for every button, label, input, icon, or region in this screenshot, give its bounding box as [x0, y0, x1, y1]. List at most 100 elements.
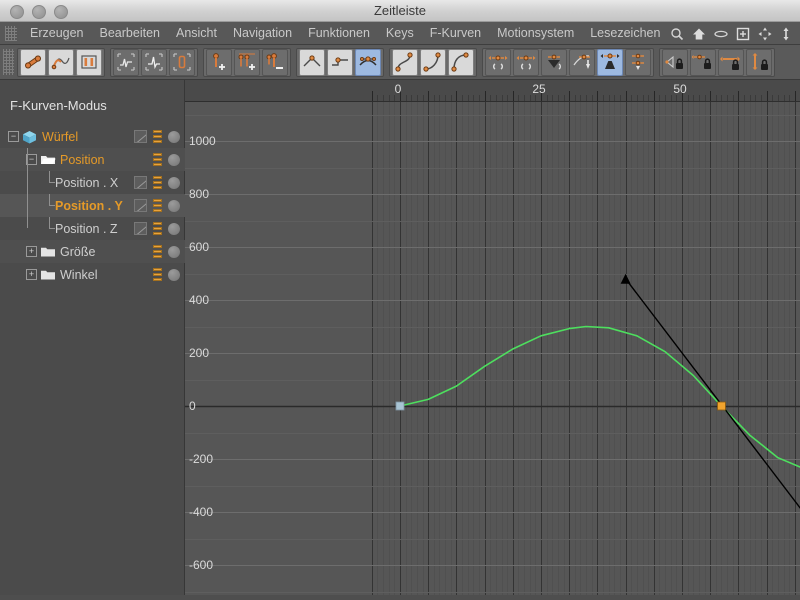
ruler-tick [636, 95, 638, 101]
tree-row-controls [134, 194, 180, 217]
keyframe-marker[interactable] [717, 401, 726, 411]
lock-keyframe-button[interactable] [662, 48, 688, 76]
layer-toggle-dot[interactable] [168, 245, 180, 258]
layer-toggle-dot[interactable] [168, 222, 180, 235]
move-icon[interactable] [758, 27, 772, 41]
tree-row-label: Würfel [42, 129, 79, 144]
layer-toggle-dot[interactable] [168, 199, 180, 212]
layer-toggle-dot[interactable] [168, 130, 180, 143]
ruler-tick [445, 95, 447, 101]
show-region-button[interactable] [169, 48, 195, 76]
layer-toggle-dot[interactable] [168, 176, 180, 189]
layer-toggle-dot[interactable] [168, 268, 180, 281]
add-keys-button[interactable] [234, 48, 260, 76]
cube-icon [22, 130, 39, 143]
keyframe-indicator-icon[interactable] [153, 222, 162, 235]
spline-interpolation-button[interactable] [355, 48, 381, 76]
expand-icon[interactable]: + [26, 246, 37, 257]
collapse-icon[interactable]: − [8, 131, 19, 142]
ruler-tick [715, 95, 717, 101]
ruler-tick [501, 95, 503, 101]
zero-length-button[interactable] [513, 48, 539, 76]
updown-icon[interactable] [780, 27, 794, 41]
tree-elbow-icon [44, 194, 55, 217]
menu-item-lesezeichen[interactable]: Lesezeichen [582, 22, 668, 45]
align-tangent-button[interactable] [625, 48, 651, 76]
menu-item-funktionen[interactable]: Funktionen [300, 22, 378, 45]
linear-interpolation-button[interactable] [299, 48, 325, 76]
time-ruler[interactable]: 025507510 [185, 80, 800, 102]
frame-icon[interactable] [736, 27, 750, 41]
ruler-tick [580, 95, 582, 101]
tree-row-label: Position . Y [55, 198, 123, 213]
lock-horizontal-button[interactable] [718, 48, 744, 76]
ruler-label: 25 [532, 82, 546, 96]
curve-svg [185, 102, 800, 600]
menubar-icons [670, 22, 794, 45]
keyframe-indicator-icon[interactable] [153, 199, 162, 212]
tree-row[interactable]: + Winkel [0, 263, 185, 286]
keyframe-indicator-icon[interactable] [153, 153, 162, 166]
motion-mode-button[interactable] [76, 48, 102, 76]
home-icon[interactable] [692, 27, 706, 41]
zero-angle-button[interactable] [485, 48, 511, 76]
keyframe-marker[interactable] [395, 401, 405, 411]
menu-item-f-kurven[interactable]: F-Kurven [422, 22, 489, 45]
ruler-tick [721, 95, 723, 101]
show-keys-button[interactable] [141, 48, 167, 76]
tree-row[interactable]: + Größe [0, 240, 185, 263]
add-key-button[interactable] [206, 48, 232, 76]
toolbar-grip-icon[interactable] [3, 49, 14, 75]
window-titlebar: Zeitleiste [0, 0, 800, 22]
soft-tangent-button[interactable] [392, 48, 418, 76]
remove-key-button[interactable] [262, 48, 288, 76]
curve-plot-area[interactable]: 1000 800 600 400 200 0 -200 -400 -600 [185, 102, 800, 600]
ruler-tick [383, 95, 385, 101]
fcurve-graph[interactable]: 025507510 10008006004002000-200-400-600 [185, 80, 800, 600]
fcurve-mode-button[interactable] [48, 48, 74, 76]
ruler-tick [467, 95, 469, 101]
ruler-label: 0 [394, 82, 402, 96]
tree-elbow-icon [44, 171, 55, 194]
menu-item-motionsystem[interactable]: Motionsystem [489, 22, 582, 45]
curve-visibility-swatch[interactable] [134, 130, 147, 143]
object-tree-panel: F-Kurven-Modus − Würfel − Position Position … [0, 80, 185, 600]
menu-item-keys[interactable]: Keys [378, 22, 422, 45]
curve-visibility-swatch[interactable] [134, 176, 147, 189]
layer-toggle-dot[interactable] [168, 153, 180, 166]
menu-item-bearbeiten[interactable]: Bearbeiten [92, 22, 168, 45]
search-icon[interactable] [670, 27, 684, 41]
ruler-tick [738, 91, 740, 101]
tree-row-label: Position . X [55, 175, 119, 190]
tree-row[interactable]: − Würfel [0, 125, 185, 148]
ellipse-icon[interactable] [714, 27, 728, 41]
curve-visibility-swatch[interactable] [134, 222, 147, 235]
keyframe-indicator-icon[interactable] [153, 130, 162, 143]
break-tangent-button[interactable] [569, 48, 595, 76]
key-mode-button[interactable] [20, 48, 46, 76]
ruler-tick [450, 95, 452, 101]
lock-tangent-button[interactable] [690, 48, 716, 76]
menu-item-erzeugen[interactable]: Erzeugen [22, 22, 92, 45]
curve-visibility-swatch[interactable] [134, 199, 147, 212]
show-curves-button[interactable] [113, 48, 139, 76]
lock-vertical-button[interactable] [746, 48, 772, 76]
ease-out-button[interactable] [448, 48, 474, 76]
ease-in-button[interactable] [420, 48, 446, 76]
tangent-handle-start[interactable] [620, 273, 631, 284]
clamp-tangent-button[interactable] [597, 48, 623, 76]
ruler-tick [405, 95, 407, 101]
expand-icon[interactable]: + [26, 269, 37, 280]
keyframe-indicator-icon[interactable] [153, 268, 162, 281]
mode-label: F-Kurven-Modus [10, 98, 107, 113]
tree-row-controls [134, 171, 180, 194]
menubar-grip-icon[interactable] [5, 26, 17, 41]
keyframe-indicator-icon[interactable] [153, 245, 162, 258]
keyframe-indicator-icon[interactable] [153, 176, 162, 189]
menu-item-ansicht[interactable]: Ansicht [168, 22, 225, 45]
step-interpolation-button[interactable] [327, 48, 353, 76]
ruler-tick [619, 95, 621, 101]
auto-tangent-button[interactable] [541, 48, 567, 76]
tangent-line[interactable] [625, 278, 800, 531]
menu-item-navigation[interactable]: Navigation [225, 22, 300, 45]
